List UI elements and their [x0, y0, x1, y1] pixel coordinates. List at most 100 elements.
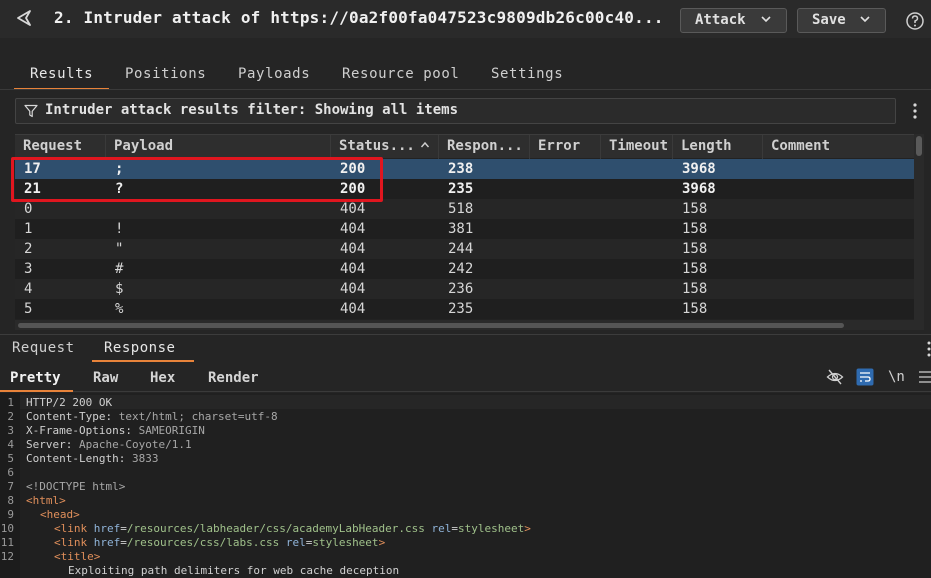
cell-timeout — [601, 279, 610, 299]
column-header-label: Error — [538, 138, 581, 154]
tab-positions[interactable]: Positions — [109, 60, 222, 90]
cell-length: 158 — [682, 261, 708, 277]
title-bar: 2. Intruder attack of https://0a2f00fa04… — [0, 0, 931, 38]
line-number: 1 — [7, 396, 14, 409]
column-header-timeout[interactable]: Timeout — [601, 135, 673, 159]
title-text: Exploiting path delimiters for web cache… — [68, 564, 400, 577]
table-row[interactable]: 5% 404 235 158 — [15, 299, 914, 319]
scrollbar-thumb[interactable] — [18, 323, 844, 328]
response-editor[interactable]: 1 2 3 4 5 6 7 8 9 10 11 12 HTTP/2 200 OK… — [0, 393, 931, 578]
table-row[interactable]: 2 " 404 244 158 — [15, 239, 914, 259]
code-line: X-Frame-Options: SAMEORIGIN — [26, 424, 205, 438]
line-number: 4 — [7, 438, 14, 451]
attr-name: href — [87, 522, 121, 535]
status-line: HTTP/2 200 OK — [26, 396, 113, 409]
help-icon[interactable] — [905, 11, 925, 31]
column-header-error[interactable]: Error — [530, 135, 601, 159]
table-header: Request Payload Status... Respon... Erro… — [15, 134, 914, 159]
tab-response[interactable]: Response — [92, 336, 194, 362]
results-filter-bar[interactable]: Intruder attack results filter: Showing … — [15, 98, 896, 124]
cell-error — [530, 239, 539, 259]
cell-status: 404 — [340, 301, 366, 317]
column-header-status[interactable]: Status... — [331, 135, 439, 159]
sort-ascending-icon — [420, 141, 429, 148]
attr-value: stylesheet — [312, 536, 379, 549]
wrap-lines-icon[interactable] — [856, 368, 874, 386]
line-number: 11 — [0, 536, 14, 549]
doctype: <!DOCTYPE html> — [26, 480, 126, 493]
cell-comment — [763, 179, 772, 199]
table-row[interactable]: 4 $404 236 158 — [15, 279, 914, 299]
head-tag: <head> — [40, 508, 80, 521]
line-number: 8 — [7, 494, 14, 507]
tab-request[interactable]: Request — [0, 336, 87, 362]
cell-request: 4 — [24, 281, 33, 297]
column-header-comment[interactable]: Comment — [763, 135, 914, 159]
cell-error — [530, 179, 539, 199]
cell-timeout — [601, 179, 610, 199]
column-header-response[interactable]: Respon... — [439, 135, 530, 159]
cell-length: 158 — [682, 301, 708, 317]
code-line: <link href=/resources/css/labs.css rel=s… — [54, 536, 385, 550]
cell-timeout — [601, 159, 610, 179]
html-tag: <html> — [26, 494, 66, 507]
link-tag: <link — [54, 522, 88, 535]
back-arrow-icon[interactable] — [14, 8, 34, 28]
line-number: 2 — [7, 410, 14, 423]
cell-comment — [763, 279, 772, 299]
hide-eye-icon[interactable] — [826, 368, 844, 386]
cell-comment — [763, 219, 772, 239]
chevron-down-icon — [860, 16, 870, 23]
cell-error — [530, 279, 539, 299]
cell-status: 404 — [340, 221, 366, 237]
menu-lines-icon[interactable] — [917, 368, 931, 386]
column-header-length[interactable]: Length — [673, 135, 763, 159]
more-options-icon[interactable] — [909, 102, 921, 120]
column-header-request[interactable]: Request — [15, 135, 106, 159]
newline-toggle[interactable]: \n — [888, 368, 906, 386]
tab-settings[interactable]: Settings — [475, 60, 579, 90]
table-vertical-scrollbar[interactable] — [914, 134, 924, 320]
cell-comment — [763, 259, 772, 279]
tab-pretty[interactable]: Pretty — [0, 366, 73, 392]
header-key: X-Frame-Options: — [26, 424, 132, 437]
cell-payload: ! — [115, 221, 124, 237]
scrollbar-thumb[interactable] — [916, 136, 922, 156]
tab-render[interactable]: Render — [198, 366, 269, 392]
save-dropdown-button[interactable]: Save — [797, 8, 886, 33]
view-tabs: Pretty Raw Hex Render — [0, 366, 931, 392]
cell-request: 3 — [24, 261, 33, 277]
tab-raw[interactable]: Raw — [83, 366, 128, 392]
header-key: Content-Length: — [26, 452, 126, 465]
line-number: 5 — [7, 452, 14, 465]
column-header-payload[interactable]: Payload — [106, 135, 331, 159]
header-key: Content-Type: — [26, 410, 113, 423]
table-horizontal-scrollbar[interactable] — [15, 320, 924, 330]
table-row[interactable]: 3 #404 242 158 — [15, 259, 914, 279]
attack-dropdown-button[interactable]: Attack — [680, 8, 787, 33]
header-value: text/html; charset=utf-8 — [112, 410, 278, 423]
table-row[interactable]: 1! 404 381 158 — [15, 219, 914, 239]
tab-payloads[interactable]: Payloads — [222, 60, 326, 90]
cell-payload — [106, 199, 115, 219]
cell-response: 238 — [448, 161, 474, 177]
attack-button-label: Attack — [695, 12, 746, 28]
current-line-highlight — [20, 395, 931, 409]
tab-resource-pool[interactable]: Resource pool — [326, 60, 475, 90]
cell-response: 518 — [448, 201, 474, 217]
link-tag: <link — [54, 536, 88, 549]
cell-timeout — [601, 259, 610, 279]
table-row[interactable]: 0 404 518 158 — [15, 199, 914, 219]
panel-divider — [0, 334, 931, 335]
header-key: Server: — [26, 438, 73, 451]
line-number: 7 — [7, 480, 14, 493]
tab-hex[interactable]: Hex — [140, 366, 185, 392]
cell-request: 5 — [24, 301, 33, 317]
attr-equals: = — [120, 536, 127, 549]
cell-response: 244 — [448, 241, 474, 257]
cell-error — [530, 219, 539, 239]
cell-comment — [763, 239, 772, 259]
tab-results[interactable]: Results — [14, 60, 110, 90]
more-options-icon[interactable] — [925, 340, 931, 358]
header-value: SAMEORIGIN — [131, 424, 205, 437]
